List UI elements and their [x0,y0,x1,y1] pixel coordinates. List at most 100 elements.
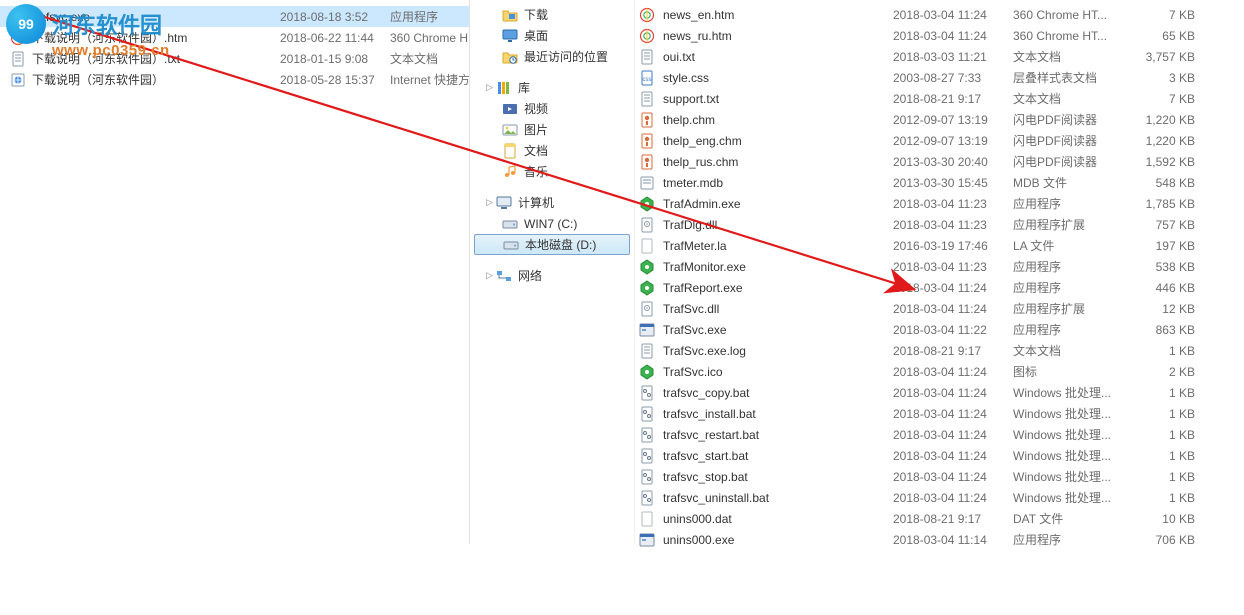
file-row[interactable]: trafsvc_restart.bat2018-03-04 11:24Windo… [635,424,1244,445]
nav-label: 计算机 [518,194,554,211]
file-row[interactable]: TrafMeter.la2016-03-19 17:46LA 文件197 KB [635,235,1244,256]
file-date: 2018-05-28 15:37 [280,73,390,87]
nav-group-header[interactable]: ▷网络 [470,265,634,286]
file-name: TrafSvc.exe [663,323,893,337]
file-row[interactable]: thelp_rus.chm2013-03-30 20:40闪电PDF阅读器1,5… [635,151,1244,172]
file-size: 1 KB [1133,344,1203,358]
file-row[interactable]: oui.txt2018-03-03 11:21文本文档3,757 KB [635,46,1244,67]
file-date: 2018-03-04 11:14 [893,533,1013,547]
nav-item[interactable]: 视频 [470,98,634,119]
nav-label: 库 [518,79,530,96]
file-row[interactable]: unins000.exe2018-03-04 11:14应用程序706 KB [635,529,1244,550]
file-date: 2016-03-19 17:46 [893,239,1013,253]
file-row[interactable]: news_ru.htm2018-03-04 11:24360 Chrome HT… [635,25,1244,46]
file-type: 图标 [1013,363,1133,380]
file-row[interactable]: TrafSvc.dll2018-03-04 11:24应用程序扩展12 KB [635,298,1244,319]
file-row[interactable]: TrafSvc.exe.log2018-08-21 9:17文本文档1 KB [635,340,1244,361]
file-date: 2018-03-04 11:22 [893,323,1013,337]
file-size: 1 KB [1133,428,1203,442]
file-row[interactable]: TrafMonitor.exe2018-03-04 11:23应用程序538 K… [635,256,1244,277]
file-row[interactable]: trafsvc.exe2018-08-18 3:52应用程序 [0,6,469,27]
left-file-list: trafsvc.exe2018-08-18 3:52应用程序下载说明（河东软件园… [0,0,470,544]
file-size: 7 KB [1133,92,1203,106]
file-type: 应用程序扩展 [1013,300,1133,317]
file-date: 2013-03-30 20:40 [893,155,1013,169]
file-date: 2012-09-07 13:19 [893,113,1013,127]
file-row[interactable]: news_en.htm2018-03-04 11:24360 Chrome HT… [635,4,1244,25]
file-date: 2018-03-04 11:24 [893,470,1013,484]
file-type: 应用程序 [390,8,469,25]
file-size: 12 KB [1133,302,1203,316]
nav-label: 视频 [524,100,548,117]
file-row[interactable]: trafsvc_uninstall.bat2018-03-04 11:24Win… [635,487,1244,508]
file-date: 2018-03-04 11:24 [893,428,1013,442]
file-row[interactable]: thelp.chm2012-09-07 13:19闪电PDF阅读器1,220 K… [635,109,1244,130]
file-date: 2018-03-04 11:24 [893,281,1013,295]
file-row[interactable]: support.txt2018-08-21 9:17文本文档7 KB [635,88,1244,109]
file-type: Windows 批处理... [1013,447,1133,464]
file-type: 360 Chrome HT... [1013,8,1133,22]
nav-item[interactable]: 最近访问的位置 [470,46,634,67]
nav-item[interactable]: 文档 [470,140,634,161]
file-size: 7 KB [1133,8,1203,22]
file-row[interactable]: TrafReport.exe2018-03-04 11:24应用程序446 KB [635,277,1244,298]
nav-item[interactable]: 下载 [470,4,634,25]
nav-label: 文档 [524,142,548,159]
file-type: 文本文档 [1013,48,1133,65]
file-date: 2018-08-21 9:17 [893,92,1013,106]
file-date: 2018-03-04 11:24 [893,302,1013,316]
file-icon [639,532,655,548]
nav-item[interactable]: WIN7 (C:) [470,213,634,234]
nav-group-header[interactable]: ▷库 [470,77,634,98]
file-name: trafsvc_stop.bat [663,470,893,484]
file-date: 2012-09-07 13:19 [893,134,1013,148]
file-name: support.txt [663,92,893,106]
file-type: Windows 批处理... [1013,489,1133,506]
file-size: 706 KB [1133,533,1203,547]
file-date: 2018-03-04 11:24 [893,8,1013,22]
file-row[interactable]: unins000.dat2018-08-21 9:17DAT 文件10 KB [635,508,1244,529]
file-type: Internet 快捷方 [390,71,469,88]
file-name: TrafMeter.la [663,239,893,253]
file-row[interactable]: TrafSvc.exe2018-03-04 11:22应用程序863 KB [635,319,1244,340]
file-date: 2018-03-04 11:24 [893,386,1013,400]
file-row[interactable]: trafsvc_copy.bat2018-03-04 11:24Windows … [635,382,1244,403]
file-row[interactable]: trafsvc_install.bat2018-03-04 11:24Windo… [635,403,1244,424]
file-size: 197 KB [1133,239,1203,253]
file-name: news_ru.htm [663,29,893,43]
file-row[interactable]: style.css2003-08-27 7:33层叠样式表文档3 KB [635,67,1244,88]
file-name: TrafDlg.dll [663,218,893,232]
file-name: TrafSvc.dll [663,302,893,316]
file-size: 65 KB [1133,29,1203,43]
file-type: 文本文档 [390,50,469,67]
file-size: 1,220 KB [1133,134,1203,148]
file-date: 2018-03-04 11:24 [893,449,1013,463]
file-row[interactable]: TrafAdmin.exe2018-03-04 11:23应用程序1,785 K… [635,193,1244,214]
right-file-list: news_en.htm2018-03-04 11:24360 Chrome HT… [635,0,1244,544]
file-date: 2018-06-22 11:44 [280,31,390,45]
nav-label: 下载 [524,6,548,23]
nav-group-header[interactable]: ▷计算机 [470,192,634,213]
file-type: Windows 批处理... [1013,405,1133,422]
file-size: 538 KB [1133,260,1203,274]
nav-item[interactable]: 桌面 [470,25,634,46]
file-type: 闪电PDF阅读器 [1013,111,1133,128]
file-row[interactable]: 下载说明（河东软件园）.txt2018-01-15 9:08文本文档 [0,48,469,69]
nav-item[interactable]: 音乐 [470,161,634,182]
nav-label: 音乐 [524,163,548,180]
file-date: 2018-03-03 11:21 [893,50,1013,64]
file-row[interactable]: thelp_eng.chm2012-09-07 13:19闪电PDF阅读器1,2… [635,130,1244,151]
file-row[interactable]: 下载说明（河东软件园）2018-05-28 15:37Internet 快捷方 [0,69,469,90]
nav-item[interactable]: 图片 [470,119,634,140]
file-type: 闪电PDF阅读器 [1013,153,1133,170]
file-row[interactable]: 下载说明（河东软件园）.htm2018-06-22 11:44360 Chrom… [0,27,469,48]
file-row[interactable]: trafsvc_stop.bat2018-03-04 11:24Windows … [635,466,1244,487]
nav-icon [496,268,512,284]
file-type: 应用程序 [1013,531,1133,548]
file-row[interactable]: tmeter.mdb2013-03-30 15:45MDB 文件548 KB [635,172,1244,193]
file-row[interactable]: trafsvc_start.bat2018-03-04 11:24Windows… [635,445,1244,466]
file-row[interactable]: TrafSvc.ico2018-03-04 11:24图标2 KB [635,361,1244,382]
file-row[interactable]: TrafDlg.dll2018-03-04 11:23应用程序扩展757 KB [635,214,1244,235]
file-type: Windows 批处理... [1013,426,1133,443]
file-size: 1 KB [1133,470,1203,484]
